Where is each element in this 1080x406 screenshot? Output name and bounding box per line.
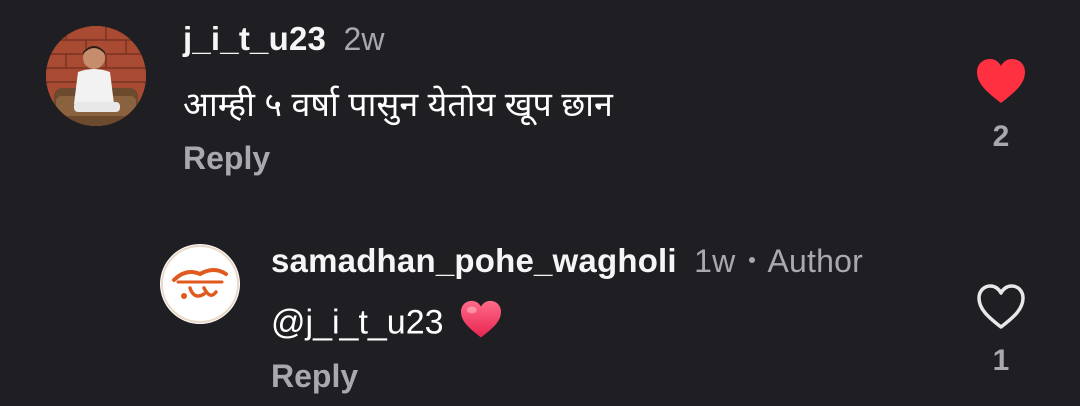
username-text[interactable]: samadhan_pohe_wagholi [271, 242, 677, 279]
like-button[interactable] [975, 283, 1027, 331]
heart-outline-icon [977, 284, 1025, 329]
heart-filled-icon [977, 59, 1025, 103]
comment-age: 2w [343, 21, 385, 57]
like-count: 2 [992, 120, 1010, 153]
heart-emoji [459, 300, 503, 349]
author-badge: Author [767, 243, 863, 279]
reply-comment-item: samadhan_pohe_wagholi 1w Author @j_i_t_u2… [0, 200, 1080, 406]
username-text[interactable]: j_i_t_u23 [183, 20, 326, 57]
mention-link[interactable]: @j_i_t_u23 [271, 303, 444, 341]
comment-username[interactable]: samadhan_pohe_wagholi 1w Author [271, 242, 863, 280]
like-count: 1 [992, 344, 1010, 377]
user-photo-icon [46, 26, 146, 126]
avatar[interactable] [160, 244, 240, 324]
like-button[interactable] [975, 58, 1027, 106]
comment-age: 1w [694, 243, 736, 279]
comment-item: j_i_t_u23 2w आम्ही ५ वर्षा पासुन येतोय ख… [0, 0, 1080, 200]
pink-heart-icon [460, 300, 501, 338]
comment-text: आम्ही ५ वर्षा पासुन येतोय खूप छान [183, 86, 613, 124]
comment-text: @j_i_t_u23 [271, 300, 503, 349]
comment-username[interactable]: j_i_t_u23 2w [183, 20, 385, 58]
reply-button[interactable]: Reply [183, 140, 270, 177]
reply-button[interactable]: Reply [271, 358, 358, 395]
separator-dot [749, 257, 756, 264]
brand-logo-icon [161, 245, 239, 323]
avatar[interactable] [46, 26, 146, 126]
